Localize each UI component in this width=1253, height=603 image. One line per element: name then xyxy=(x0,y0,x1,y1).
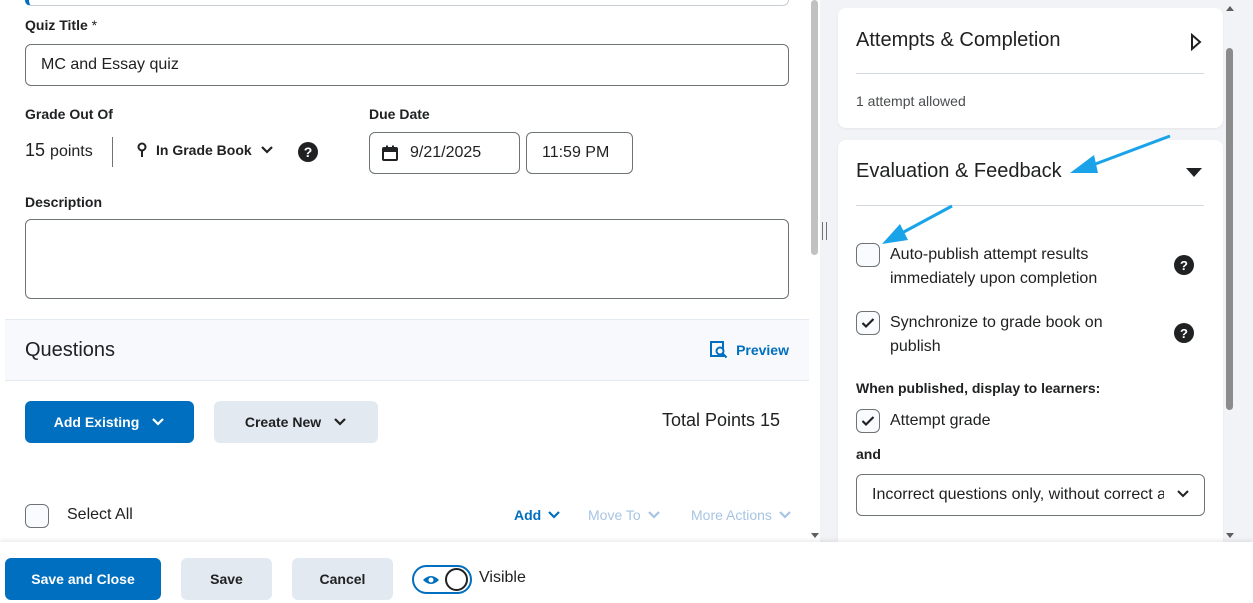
scroll-up-arrow-icon[interactable] xyxy=(1226,6,1234,11)
attempts-summary: 1 attempt allowed xyxy=(856,93,966,109)
questions-header: Questions Preview xyxy=(5,319,809,381)
quiz-title-value: MC and Essay quiz xyxy=(41,56,179,73)
sync-label-line1: Synchronize to grade book on xyxy=(890,314,1103,331)
checkmark-icon xyxy=(861,416,875,427)
due-date-label: Due Date xyxy=(369,106,430,122)
save-and-close-button[interactable]: Save and Close xyxy=(5,558,161,600)
chevron-down-icon xyxy=(779,511,791,519)
more-actions-label: More Actions xyxy=(691,507,772,523)
add-action-menu[interactable]: Add xyxy=(514,507,561,523)
feedback-display-select[interactable]: Incorrect questions only, without correc… xyxy=(856,474,1205,516)
required-marker: * xyxy=(91,17,98,33)
grade-out-of-label: Grade Out Of xyxy=(25,106,113,122)
quiz-title-input[interactable]: MC and Essay quiz xyxy=(25,44,789,86)
display-to-learners-label: When published, display to learners: xyxy=(856,380,1101,396)
add-existing-label: Add Existing xyxy=(53,414,140,430)
chevron-down-icon xyxy=(260,146,273,154)
pane-splitter[interactable] xyxy=(820,0,830,542)
chevron-down-icon xyxy=(1177,490,1189,498)
right-scrollbar-thumb[interactable] xyxy=(1226,48,1233,410)
left-scrollbar-thumb[interactable] xyxy=(811,0,818,255)
feedback-display-value: Incorrect questions only, without correc… xyxy=(872,486,1164,503)
add-action-label: Add xyxy=(514,507,542,523)
cancel-label: Cancel xyxy=(319,571,366,587)
sync-label-line2: publish xyxy=(890,338,941,355)
grade-separator xyxy=(112,137,113,167)
sync-gradebook-label: Synchronize to grade book on publish xyxy=(890,311,1103,359)
and-label: and xyxy=(856,446,881,462)
auto-publish-label-line1: Auto-publish attempt results xyxy=(890,246,1089,263)
description-input[interactable] xyxy=(25,219,789,299)
sync-gradebook-checkbox[interactable] xyxy=(856,311,880,335)
pin-icon xyxy=(137,142,147,157)
settings-pane: Attempts & Completion 1 attempt allowed … xyxy=(830,0,1253,542)
add-existing-button[interactable]: Add Existing xyxy=(25,401,194,443)
auto-publish-label-line2: immediately upon completion xyxy=(890,270,1098,287)
create-new-label: Create New xyxy=(244,414,322,430)
select-all-label: Select All xyxy=(67,506,133,523)
auto-publish-checkbox[interactable] xyxy=(856,243,880,267)
preview-link[interactable]: Preview xyxy=(710,341,789,359)
due-date-value: 9/21/2025 xyxy=(410,144,482,161)
checkmark-icon xyxy=(861,318,875,329)
cancel-button[interactable]: Cancel xyxy=(292,558,393,600)
scroll-down-arrow-icon[interactable] xyxy=(1226,533,1234,538)
caret-right-icon[interactable] xyxy=(1190,33,1202,51)
grade-points-unit: points xyxy=(50,143,93,160)
calendar-icon xyxy=(382,145,398,161)
chevron-down-icon xyxy=(334,418,346,426)
preview-label: Preview xyxy=(736,342,789,358)
splitter-grip-icon[interactable] xyxy=(822,222,827,240)
quiz-editor-pane: Quiz Title * MC and Essay quiz Grade Out… xyxy=(0,0,820,542)
chevron-down-icon xyxy=(152,418,165,426)
evaluation-divider xyxy=(856,205,1204,206)
gradebook-dropdown[interactable]: In Grade Book xyxy=(136,142,274,158)
chevron-down-icon xyxy=(647,511,660,519)
preview-icon xyxy=(710,341,728,359)
right-scrollbar[interactable] xyxy=(1224,0,1236,542)
select-all-checkbox[interactable] xyxy=(25,504,49,528)
caret-down-icon[interactable] xyxy=(1185,167,1203,179)
eye-icon xyxy=(423,576,439,584)
questions-title: Questions xyxy=(25,339,116,361)
more-actions-menu[interactable]: More Actions xyxy=(691,507,792,523)
toggle-knob[interactable] xyxy=(445,568,468,591)
top-cutoff-field xyxy=(25,0,789,6)
visibility-toggle[interactable] xyxy=(412,565,472,594)
attempts-completion-card[interactable]: Attempts & Completion 1 attempt allowed xyxy=(838,8,1223,128)
visible-label: Visible xyxy=(479,569,526,586)
auto-publish-label: Auto-publish attempt results immediately… xyxy=(890,243,1097,291)
due-time-input[interactable]: 11:59 PM xyxy=(526,132,633,174)
total-points: Total Points 15 xyxy=(662,410,781,430)
grade-value[interactable]: 15 points xyxy=(25,140,93,161)
grade-points-number: 15 xyxy=(25,140,46,160)
save-and-close-label: Save and Close xyxy=(31,571,135,587)
save-label: Save xyxy=(210,571,243,587)
attempt-grade-label: Attempt grade xyxy=(890,412,991,429)
create-new-button[interactable]: Create New xyxy=(214,401,378,443)
move-to-action-menu[interactable]: Move To xyxy=(588,507,661,523)
move-to-label: Move To xyxy=(588,507,641,523)
help-icon[interactable]: ? xyxy=(298,142,318,162)
evaluation-title: Evaluation & Feedback xyxy=(856,160,1062,182)
quiz-title-label: Quiz Title * xyxy=(25,17,98,33)
scroll-down-arrow-icon[interactable] xyxy=(811,533,819,538)
attempts-title: Attempts & Completion xyxy=(856,29,1061,51)
sync-help-icon[interactable]: ? xyxy=(1174,323,1194,343)
gradebook-label: In Grade Book xyxy=(156,142,252,158)
attempts-divider xyxy=(856,73,1204,74)
auto-publish-help-icon[interactable]: ? xyxy=(1174,255,1194,275)
chevron-down-icon xyxy=(548,511,560,519)
save-button[interactable]: Save xyxy=(181,558,272,600)
description-label: Description xyxy=(25,194,103,210)
due-date-input[interactable]: 9/21/2025 xyxy=(369,132,520,174)
due-time-value: 11:59 PM xyxy=(542,144,610,161)
attempt-grade-checkbox[interactable] xyxy=(856,409,880,433)
left-scrollbar[interactable] xyxy=(810,0,820,542)
